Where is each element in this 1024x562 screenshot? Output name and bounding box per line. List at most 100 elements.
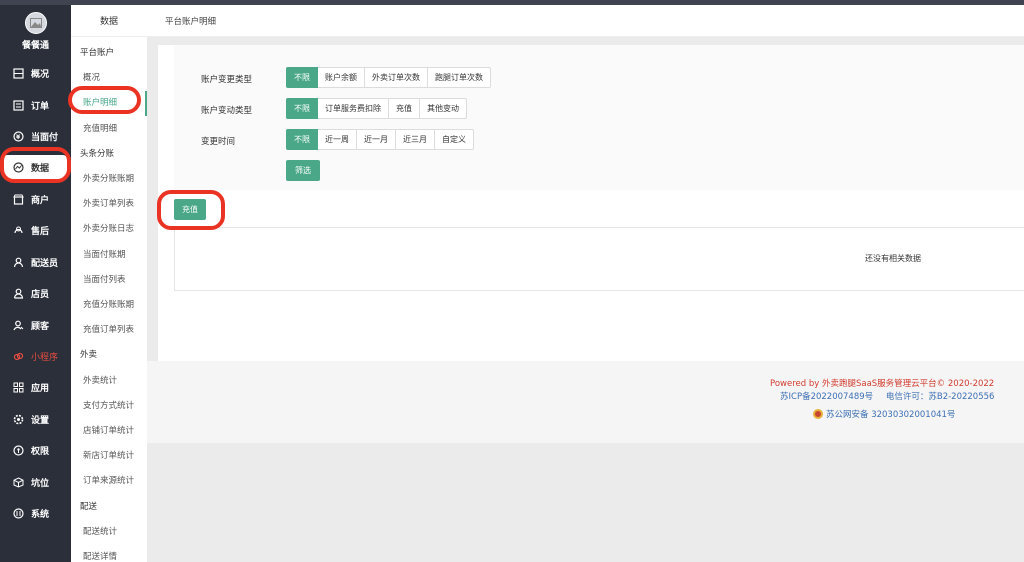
filter-option[interactable]: 自定义 (435, 129, 474, 150)
submenu-item[interactable]: 充值订单列表 (71, 319, 147, 339)
yen-icon: ¥ (12, 130, 24, 142)
nav-item-apps[interactable]: 应用 (0, 375, 71, 399)
filter-option[interactable]: 充值 (389, 98, 420, 119)
submenu-item[interactable]: 新店订单统计 (71, 445, 147, 465)
system-icon (12, 507, 24, 519)
page-title: 平台账户明细 (147, 5, 1024, 37)
submenu-item[interactable]: 外卖分账日志 (71, 218, 147, 238)
footer-powered: Powered by 外卖跑腿SaaS服务管理云平台© 2020-2022 (770, 379, 995, 389)
nav-label: 店员 (31, 289, 50, 300)
nav-item-orders[interactable]: 订单 (0, 93, 71, 117)
nav-item-permissions[interactable]: 权限 (0, 438, 71, 462)
filter-option[interactable]: 账户余额 (318, 67, 365, 88)
filter-option[interactable]: 近三月 (396, 129, 435, 150)
nav-item-staff[interactable]: 店员 (0, 281, 71, 305)
submenu-group: 头条分账 (80, 149, 115, 159)
list-icon (12, 99, 24, 111)
nav-item-courier[interactable]: 配送员 (0, 250, 71, 274)
filter-move-type: 不限 订单服务费扣除 充值 其他变动 (286, 98, 467, 119)
submenu-item-overview[interactable]: 概况 (71, 67, 147, 87)
filter-option[interactable]: 不限 (286, 67, 318, 88)
filter-label-time: 变更时间 (201, 137, 236, 147)
filter-time: 不限 近一周 近一月 近三月 自定义 (286, 129, 474, 150)
police-record-link[interactable]: 苏公网安备 32030302001041号 (826, 408, 955, 420)
submenu-group: 平台账户 (80, 48, 115, 58)
submenu-item[interactable]: 当面付账期 (71, 244, 147, 264)
data-table: 还没有相关数据 (174, 227, 1024, 291)
filter-option[interactable]: 不限 (286, 98, 318, 119)
nav-label: 应用 (31, 383, 50, 394)
annotation-highlight-account-detail (68, 86, 141, 114)
nav-label: 顾客 (31, 321, 50, 332)
submenu-item[interactable]: 外卖订单列表 (71, 193, 147, 213)
nav-item-facepay[interactable]: ¥ 当面付 (0, 124, 71, 148)
nav-label: 坑位 (31, 478, 50, 489)
submenu-item[interactable]: 当面付列表 (71, 269, 147, 289)
primary-nav: 餐餐通 概况 订单 ¥ 当面付 数据 商户 售后 配送员 店员 顾客 小程序 应… (0, 5, 71, 562)
submenu-item-recharge-detail[interactable]: 充值明细 (71, 118, 147, 138)
staff-icon (12, 287, 24, 299)
filter-label-move-type: 账户变动类型 (201, 106, 253, 116)
nav-item-merchant[interactable]: 商户 (0, 187, 71, 211)
nav-item-overview[interactable]: 概况 (0, 61, 71, 85)
filter-button[interactable]: 筛选 (286, 160, 320, 181)
cube-icon (12, 476, 24, 488)
submenu-scrollbar[interactable] (145, 91, 147, 116)
telecom-license[interactable]: 电信许可：苏B2-20220556 (886, 392, 995, 402)
footer-licenses: 苏ICP备2022007489号 电信许可：苏B2-20220556 (780, 390, 994, 402)
filter-option[interactable]: 外卖订单次数 (365, 67, 428, 88)
service-icon (12, 224, 24, 236)
filter-panel: 账户变更类型 不限 账户余额 外卖订单次数 跑腿订单次数 账户变动类型 不限 订… (174, 45, 1024, 190)
filter-option[interactable]: 订单服务费扣除 (318, 98, 389, 119)
nav-item-customer[interactable]: 顾客 (0, 313, 71, 337)
nav-label: 概况 (31, 69, 50, 80)
brand: 餐餐通 (0, 5, 71, 57)
svg-text:¥: ¥ (16, 134, 21, 141)
avatar[interactable] (24, 11, 47, 34)
nav-label: 设置 (31, 415, 50, 426)
main-card: 账户变更类型 不限 账户余额 外卖订单次数 跑腿订单次数 账户变动类型 不限 订… (158, 45, 1024, 361)
filter-option[interactable]: 其他变动 (420, 98, 467, 119)
courier-icon (12, 256, 24, 268)
police-badge-icon (813, 409, 823, 419)
submenu-item[interactable]: 充值分账账期 (71, 294, 147, 314)
submenu-group: 外卖 (80, 350, 98, 360)
nav-label: 售后 (31, 226, 50, 237)
footer: Powered by 外卖跑腿SaaS服务管理云平台© 2020-2022 苏I… (147, 361, 1024, 443)
submenu-item[interactable]: 外卖统计 (71, 370, 147, 390)
filter-change-type: 不限 账户余额 外卖订单次数 跑腿订单次数 (286, 67, 491, 88)
customer-icon (12, 319, 24, 331)
store-icon (12, 193, 24, 205)
nav-label: 系统 (31, 509, 50, 520)
nav-label: 权限 (31, 446, 50, 457)
filter-option[interactable]: 近一周 (318, 129, 357, 150)
nav-item-miniapp[interactable]: 小程序 (0, 344, 71, 368)
submenu-item[interactable]: 订单来源统计 (71, 470, 147, 490)
brand-name: 餐餐通 (21, 40, 49, 51)
filter-label-change-type: 账户变更类型 (201, 75, 253, 85)
nav-item-aftersale[interactable]: 售后 (0, 218, 71, 242)
filter-option[interactable]: 近一月 (357, 129, 396, 150)
submenu-item[interactable]: 配送详情 (71, 546, 147, 562)
annotation-highlight-recharge (157, 190, 225, 230)
nav-label: 小程序 (31, 352, 59, 363)
filter-option[interactable]: 跑腿订单次数 (428, 67, 491, 88)
apps-icon (12, 381, 24, 393)
filter-option[interactable]: 不限 (286, 129, 318, 150)
nav-label: 当面付 (31, 132, 59, 143)
submenu-item[interactable]: 外卖分账账期 (71, 168, 147, 188)
submenu-item[interactable]: 配送统计 (71, 521, 147, 541)
nav-item-slots[interactable]: 坑位 (0, 470, 71, 494)
nav-label: 配送员 (31, 258, 59, 269)
empty-state: 还没有相关数据 (865, 254, 921, 263)
icp-link[interactable]: 苏ICP备2022007489号 (780, 392, 873, 402)
footer-police: 苏公网安备 32030302001041号 (813, 408, 955, 420)
miniapp-icon (12, 350, 24, 362)
shield-icon (12, 444, 24, 456)
nav-item-settings[interactable]: 设置 (0, 407, 71, 431)
submenu-item[interactable]: 店铺订单统计 (71, 420, 147, 440)
submenu-group: 配送 (80, 502, 98, 512)
nav-item-system[interactable]: 系统 (0, 501, 71, 525)
home-icon (12, 67, 24, 79)
submenu-item[interactable]: 支付方式统计 (71, 395, 147, 415)
